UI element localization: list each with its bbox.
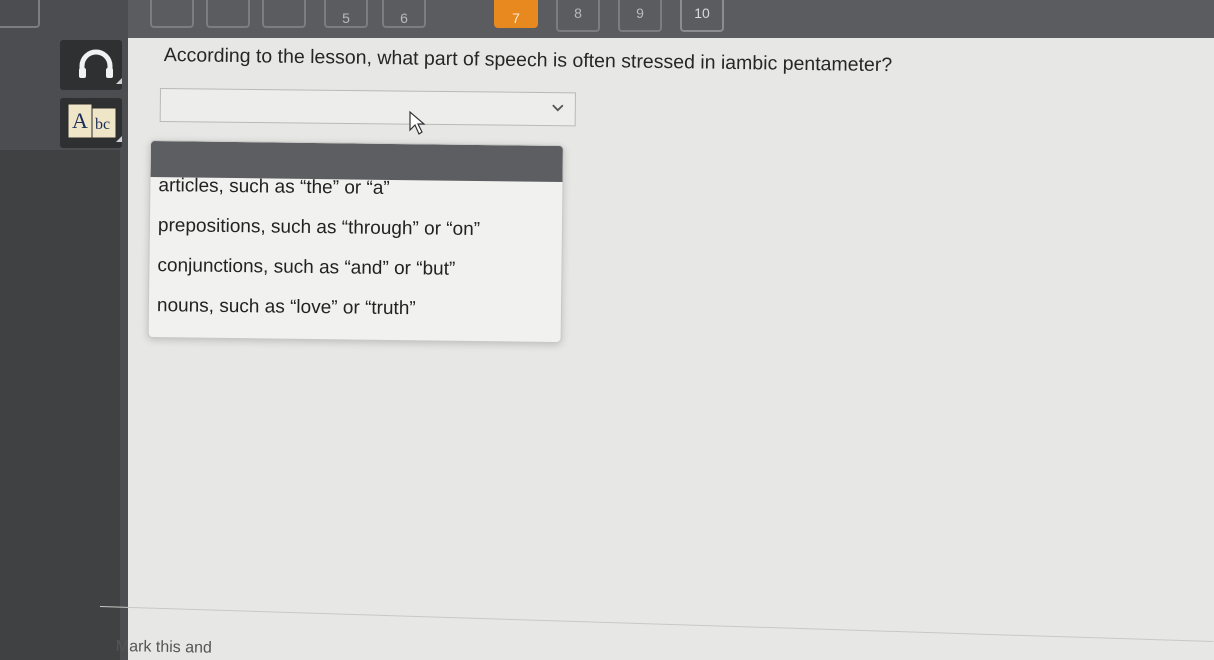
dropdown-option-prepositions[interactable]: prepositions, such as “through” or “on” (158, 215, 480, 241)
question-button-7[interactable]: 7 (494, 0, 538, 28)
tool-rail-lower (0, 150, 120, 660)
chevron-down-icon (552, 104, 564, 112)
question-button-2[interactable] (150, 0, 194, 28)
question-button-8[interactable]: 8 (556, 0, 600, 32)
question-panel (128, 38, 1214, 660)
question-button-5[interactable]: 5 (324, 0, 368, 28)
dropdown-option-nouns[interactable]: nouns, such as “love” or “truth” (157, 295, 416, 320)
question-button-9[interactable]: 9 (618, 0, 662, 32)
dictionary-tool-button[interactable]: A bc (60, 98, 122, 148)
mouse-cursor-icon (409, 110, 426, 135)
svg-text:A: A (72, 108, 88, 133)
question-button-3[interactable] (206, 0, 250, 28)
dropdown-menu: articles, such as “the” or “a” prepositi… (147, 140, 564, 344)
dictionary-icon: A bc (67, 103, 122, 142)
question-button-1[interactable] (0, 0, 40, 28)
question-navigation: 5 6 7 8 9 10 (0, 0, 1214, 40)
dropdown-option-conjunctions[interactable]: conjunctions, such as “and” or “but” (157, 255, 455, 281)
audio-tool-button[interactable] (60, 40, 122, 90)
question-button-10[interactable]: 10 (680, 0, 724, 32)
svg-text:bc: bc (95, 116, 110, 133)
headphones-icon (79, 49, 122, 84)
dropdown-option-articles[interactable]: articles, such as “the” or “a” (158, 175, 389, 200)
mark-for-review-link[interactable]: Mark this and (116, 638, 212, 658)
question-button-4[interactable] (262, 0, 306, 28)
answer-dropdown[interactable] (159, 88, 576, 127)
question-button-6[interactable]: 6 (382, 0, 426, 28)
